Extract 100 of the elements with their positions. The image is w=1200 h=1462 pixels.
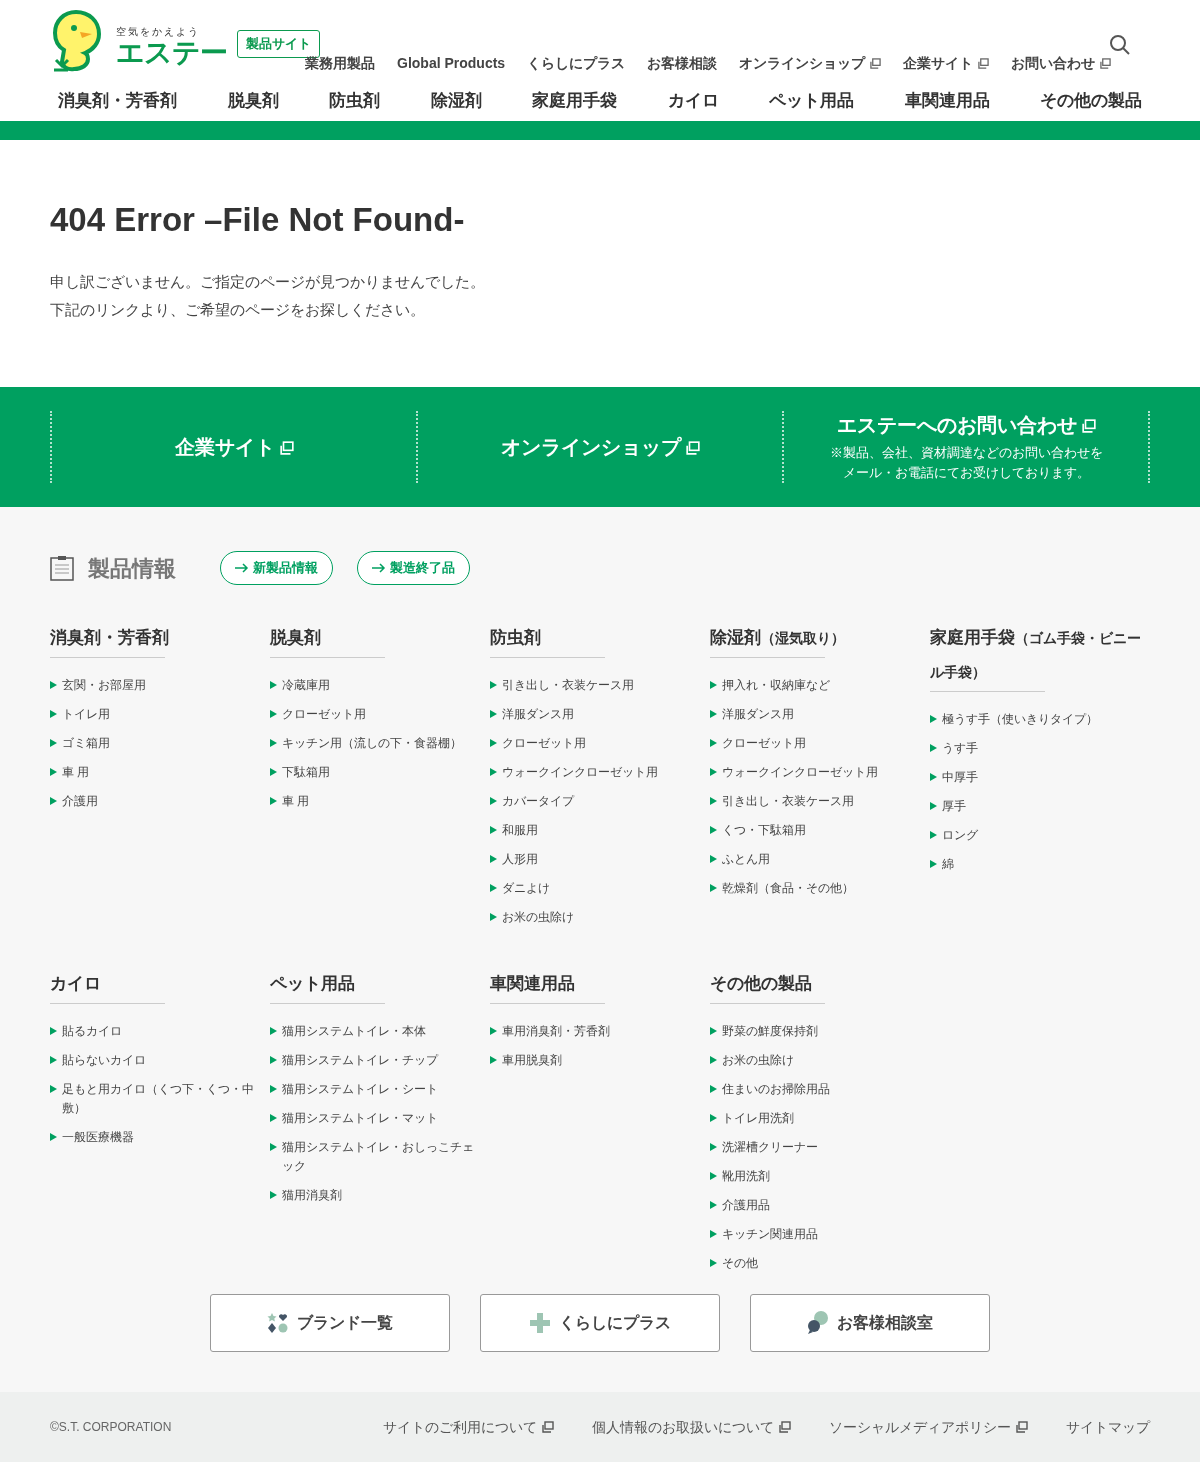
top-nav-link[interactable]: お客様相談 <box>647 52 718 74</box>
category-link[interactable]: 猫用消臭剤 <box>282 1186 342 1205</box>
category-link[interactable]: お米の虫除け <box>502 908 574 927</box>
footer-link[interactable]: サイトのご利用について <box>383 1416 554 1438</box>
category-link[interactable]: お米の虫除け <box>722 1051 794 1070</box>
triangle-icon <box>50 1085 57 1093</box>
category-link[interactable]: 猫用システムトイレ・マット <box>282 1109 438 1128</box>
category-link[interactable]: ウォークインクローゼット用 <box>722 763 878 782</box>
category-link[interactable]: 靴用洗剤 <box>722 1167 770 1186</box>
category-link[interactable]: トイレ用 <box>62 705 110 724</box>
triangle-icon <box>930 831 937 839</box>
category-link[interactable]: ロング <box>942 826 978 845</box>
triangle-icon <box>710 1201 717 1209</box>
product-nav-link[interactable]: 防虫剤 <box>329 89 380 113</box>
category-link[interactable]: くつ・下駄箱用 <box>722 821 806 840</box>
external-link-icon <box>978 58 990 69</box>
section-title: 製品情報 <box>88 554 176 583</box>
category-link[interactable]: 引き出し・衣装ケース用 <box>502 676 634 695</box>
logo-wordmark[interactable]: エステー <box>116 38 227 68</box>
category-link[interactable]: 洋服ダンス用 <box>502 705 574 724</box>
category-link[interactable]: ウォークインクローゼット用 <box>502 763 658 782</box>
category-link[interactable]: 乾燥剤（食品・その他） <box>722 879 854 898</box>
product-nav-link[interactable]: 脱臭剤 <box>227 89 279 113</box>
triangle-icon <box>270 1056 277 1064</box>
category-link[interactable]: 玄関・お部屋用 <box>62 676 146 695</box>
product-nav-link[interactable]: 家庭用手袋 <box>532 89 617 113</box>
category-link[interactable]: 下駄箱用 <box>282 763 330 782</box>
category-link[interactable]: カバータイプ <box>502 792 574 811</box>
category-link[interactable]: 住まいのお掃除用品 <box>722 1080 830 1099</box>
search-icon[interactable] <box>1109 34 1131 56</box>
triangle-icon <box>50 768 57 776</box>
top-nav-link[interactable]: お問い合わせ <box>1011 52 1112 74</box>
product-nav-link[interactable]: その他の製品 <box>1040 89 1142 113</box>
category-heading: 家庭用手袋（ゴム手袋・ビニール手袋） <box>930 627 1142 682</box>
category-heading: 車関連用品 <box>490 973 576 995</box>
product-nav-link[interactable]: 消臭剤・芳香剤 <box>58 89 177 113</box>
category-link[interactable]: ふとん用 <box>722 850 770 869</box>
category-link[interactable]: 人形用 <box>502 850 538 869</box>
category-link[interactable]: クローゼット用 <box>722 734 806 753</box>
category-heading: その他の製品 <box>710 973 813 995</box>
category-link[interactable]: ゴミ箱用 <box>62 734 110 753</box>
triangle-icon <box>710 1259 717 1267</box>
triangle-icon <box>490 1027 497 1035</box>
triangle-icon <box>270 797 277 805</box>
triangle-icon <box>270 1143 277 1151</box>
category-link[interactable]: 足もと用カイロ（くつ下・くつ・中敷） <box>62 1080 262 1118</box>
category-link[interactable]: クローゼット用 <box>282 705 366 724</box>
link-button[interactable]: くらしにプラス <box>480 1294 720 1352</box>
category-link[interactable]: トイレ用洗剤 <box>722 1109 794 1128</box>
category-link[interactable]: 車用脱臭剤 <box>502 1051 562 1070</box>
category-link[interactable]: 一般医療機器 <box>62 1128 134 1147</box>
category-link[interactable]: 綿 <box>942 855 954 874</box>
triangle-icon <box>710 1230 717 1238</box>
category-link[interactable]: 介護用品 <box>722 1196 770 1215</box>
top-nav-link[interactable]: 企業サイト <box>903 52 990 74</box>
category-link[interactable]: 極うす手（使いきりタイプ） <box>942 710 1098 729</box>
category-link[interactable]: 猫用システムトイレ・シート <box>282 1080 438 1099</box>
category-link[interactable]: キッチン用（流しの下・食器棚） <box>282 734 462 753</box>
top-nav-link[interactable]: Global Products <box>397 52 506 74</box>
category-link[interactable]: 車 用 <box>62 763 90 782</box>
category-link[interactable]: 猫用システムトイレ・おしっこチェック <box>282 1138 482 1176</box>
footer-link[interactable]: ソーシャルメディアポリシー <box>829 1416 1028 1438</box>
triangle-icon <box>930 802 937 810</box>
product-nav-link[interactable]: ペット用品 <box>769 89 854 113</box>
link-button[interactable]: ブランド一覧 <box>210 1294 450 1352</box>
category-link[interactable]: 車用消臭剤・芳香剤 <box>502 1022 610 1041</box>
triangle-icon <box>930 744 937 752</box>
category-link[interactable]: 和服用 <box>502 821 538 840</box>
footer-link[interactable]: サイトマップ <box>1066 1416 1150 1438</box>
top-nav-link[interactable]: オンラインショップ <box>739 52 882 74</box>
link-button[interactable]: お客様相談室 <box>750 1294 990 1352</box>
category-link[interactable]: 貼らないカイロ <box>62 1051 146 1070</box>
product-nav-link[interactable]: 車関連用品 <box>904 89 990 113</box>
product-nav-link[interactable]: カイロ <box>667 89 719 113</box>
category-link[interactable]: キッチン関連用品 <box>722 1225 818 1244</box>
triangle-icon <box>930 773 937 781</box>
category-link[interactable]: うす手 <box>942 739 978 758</box>
triangle-icon <box>490 710 497 718</box>
category-link[interactable]: 貼るカイロ <box>62 1022 122 1041</box>
category-link[interactable]: 洋服ダンス用 <box>722 705 794 724</box>
banner-note: ※製品、会社、資材調達などのお問い合わせを <box>829 444 1103 462</box>
error-title: 404 Error –File Not Found- <box>50 200 466 240</box>
category-link[interactable]: 猫用システムトイレ・本体 <box>282 1022 426 1041</box>
category-link[interactable]: 中厚手 <box>942 768 978 787</box>
category-link[interactable]: 介護用 <box>62 792 98 811</box>
product-nav-link[interactable]: 除湿剤 <box>430 89 482 113</box>
category-link[interactable]: その他 <box>722 1254 758 1273</box>
category-link[interactable]: 洗濯槽クリーナー <box>722 1138 818 1157</box>
category-link[interactable]: 車 用 <box>282 792 310 811</box>
category-link[interactable]: 引き出し・衣装ケース用 <box>722 792 854 811</box>
category-link[interactable]: 野菜の鮮度保持剤 <box>722 1022 818 1041</box>
category-link[interactable]: クローゼット用 <box>502 734 586 753</box>
category-link[interactable]: ダニよけ <box>502 879 550 898</box>
category-link[interactable]: 押入れ・収納庫など <box>722 676 830 695</box>
footer-link[interactable]: 個人情報のお取扱いについて <box>592 1416 791 1438</box>
category-link[interactable]: 猫用システムトイレ・チップ <box>282 1051 438 1070</box>
top-nav-link[interactable]: くらしにプラス <box>527 52 626 74</box>
category-link[interactable]: 冷蔵庫用 <box>282 676 330 695</box>
chat-bubbles-icon <box>807 1311 829 1335</box>
category-link[interactable]: 厚手 <box>942 797 966 816</box>
